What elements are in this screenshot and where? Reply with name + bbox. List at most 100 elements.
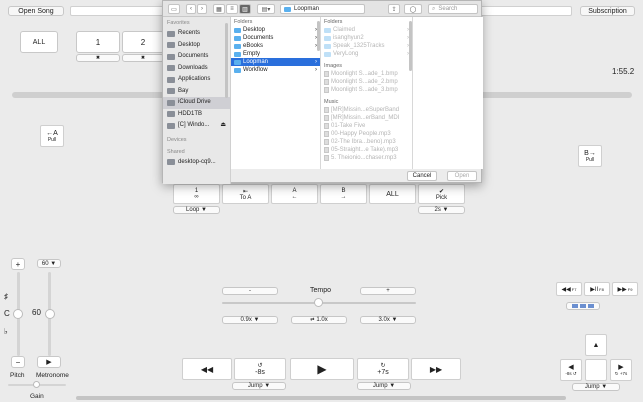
list-item[interactable]: Moonlight S...ade_2.bmp xyxy=(321,78,412,86)
to-a-button[interactable]: ⇤ To A xyxy=(222,184,269,204)
sidebar-item-applications[interactable]: Applications xyxy=(163,74,230,86)
next-track-button[interactable]: ▶▶ F9 xyxy=(612,282,638,296)
bottom-scrollbar[interactable] xyxy=(76,396,566,400)
play-button[interactable]: ▶ xyxy=(290,358,354,380)
jump-right-menu[interactable]: Jump ▼ xyxy=(357,382,411,390)
list-item[interactable]: [MR]Missin...eSuperBand xyxy=(321,106,412,114)
rewind-button[interactable]: ◀◀ xyxy=(182,358,232,380)
open-song-button[interactable]: Open Song xyxy=(8,6,64,16)
list-item[interactable]: VeryLong › xyxy=(321,50,412,58)
forward-button[interactable]: › xyxy=(197,4,207,14)
list-item[interactable]: isanghyun2 › xyxy=(321,34,412,42)
pick-menu[interactable]: 2s ▼ xyxy=(418,206,465,214)
set-b-button[interactable]: B → xyxy=(320,184,367,204)
fast-forward-button[interactable]: ▶▶ xyxy=(411,358,461,380)
tag-button[interactable]: ◯ xyxy=(404,4,422,14)
sidebar-item-hdd1tb[interactable]: HDD1TB xyxy=(163,109,230,121)
sidebar-item-shared-desktop[interactable]: desktop-cq9... xyxy=(163,157,230,169)
list-item[interactable]: 5. Theionio...chaser.mp3 xyxy=(321,154,412,162)
tempo-minus-button[interactable]: - xyxy=(222,287,278,295)
loop-count-sub: ∞ xyxy=(194,194,199,200)
list-item-label: Desktop xyxy=(243,27,266,33)
list-item[interactable]: 05-Straight...e Take).mp3 xyxy=(321,146,412,154)
loop-menu[interactable]: Loop ▼ xyxy=(173,206,220,214)
tempo-plus-button[interactable]: + xyxy=(360,287,416,295)
sidebar-scrollbar[interactable] xyxy=(225,23,228,98)
tempo-slider-thumb[interactable] xyxy=(314,298,323,307)
list-item[interactable]: Documents › xyxy=(231,34,320,42)
list-item[interactable]: Workflow › xyxy=(231,66,320,74)
marker-2-button[interactable]: 2 xyxy=(122,31,164,53)
sidebar-item-downloads[interactable]: Downloads xyxy=(163,63,230,75)
metronome-play-button[interactable]: ▶ xyxy=(37,356,61,368)
list-item-label: 00-Happy People.mp3 xyxy=(331,131,391,137)
marker-1-delete-button[interactable]: ✖ xyxy=(76,54,120,62)
metronome-slider-thumb[interactable] xyxy=(45,309,55,319)
up-button[interactable]: ▲ xyxy=(585,334,607,356)
pitch-slider-thumb[interactable] xyxy=(13,309,23,319)
pitch-up-button[interactable]: + xyxy=(11,258,25,270)
eject-icon[interactable]: ⏏ xyxy=(220,120,226,132)
column2-scrollbar[interactable] xyxy=(409,21,412,71)
marker-all-button[interactable]: ALL xyxy=(20,31,58,53)
window-size-toggle[interactable] xyxy=(566,302,600,310)
sidebar-item-bay[interactable]: Bay xyxy=(163,86,230,98)
back-button[interactable]: ‹ xyxy=(186,4,196,14)
list-item[interactable]: Speak_1325Tracks › xyxy=(321,42,412,50)
pitch-down-button[interactable]: − xyxy=(11,356,25,368)
play-pause-button[interactable]: ▶II F8 xyxy=(584,282,610,296)
sidebar-item-icloud-drive[interactable]: iCloud Drive xyxy=(163,97,230,109)
list-item[interactable]: Empty xyxy=(231,50,320,58)
loop-a-pull-button[interactable]: ←A Pull xyxy=(40,125,64,147)
group-view-button[interactable]: ▤▾ xyxy=(257,4,275,14)
marker-2-delete-button[interactable]: ✖ xyxy=(122,54,164,62)
loop-count-button[interactable]: 1 ∞ xyxy=(173,184,220,204)
jump-left-menu[interactable]: Jump ▼ xyxy=(232,382,286,390)
sidebar-item-documents[interactable]: Documents xyxy=(163,51,230,63)
list-item[interactable]: Moonlight S...ade_3.bmp xyxy=(321,86,412,94)
right-button[interactable]: ▶ ↻ +7s xyxy=(610,359,632,381)
list-item[interactable]: 02-The Ibra...beno).mp3 xyxy=(321,138,412,146)
music-file-icon xyxy=(324,147,329,153)
icon-view-button[interactable]: ▦ xyxy=(213,4,225,14)
down-button[interactable] xyxy=(585,359,607,381)
column-view-button[interactable]: ▥ xyxy=(239,4,251,14)
loop-all-button[interactable]: ALL xyxy=(369,184,416,204)
tempo-fast-menu[interactable]: 3.0x ▼ xyxy=(360,316,416,324)
left-button[interactable]: ◀ -8s ↺ xyxy=(560,359,582,381)
tempo-normal-button[interactable]: ⇄ 1.0x xyxy=(291,316,347,324)
list-item[interactable]: 01-Take Five xyxy=(321,122,412,130)
list-item-label: Documents xyxy=(243,35,274,41)
column1-scrollbar[interactable] xyxy=(317,21,320,51)
sidebar-toggle-icon[interactable]: ▭ xyxy=(168,4,180,14)
skip-forward-button[interactable]: ↻ +7s xyxy=(357,358,409,380)
list-item[interactable]: Desktop › xyxy=(231,26,320,34)
search-field[interactable]: ⌕ Search xyxy=(428,4,478,14)
list-item[interactable]: eBooks › xyxy=(231,42,320,50)
sidebar-item-windows[interactable]: [C] Windo... ⏏ xyxy=(163,120,230,132)
pitch-note: C xyxy=(4,309,10,318)
list-item-selected[interactable]: Loopman › xyxy=(231,58,320,66)
list-item[interactable]: Moonlight S...ade_1.bmp xyxy=(321,70,412,78)
list-item[interactable]: [MR]Missin...erBand_MDI xyxy=(321,114,412,122)
pick-button[interactable]: ✔ Pick xyxy=(418,184,465,204)
cancel-button[interactable]: Cancel xyxy=(407,171,437,181)
sidebar-item-desktop[interactable]: Desktop xyxy=(163,40,230,52)
list-item[interactable]: Claimed › xyxy=(321,26,412,34)
marker-1-button[interactable]: 1 xyxy=(76,31,120,53)
list-view-button[interactable]: ≡ xyxy=(226,4,238,14)
metronome-bpm-menu[interactable]: 60 ▼ xyxy=(37,259,61,268)
subscription-button[interactable]: Subscription xyxy=(580,6,635,16)
loop-b-pull-button[interactable]: B→ Pull xyxy=(578,145,602,167)
prev-track-button[interactable]: ◀◀ F7 xyxy=(556,282,582,296)
gain-slider-thumb[interactable] xyxy=(33,381,40,388)
list-item[interactable]: 00-Happy People.mp3 xyxy=(321,130,412,138)
share-button[interactable]: ⇪ xyxy=(388,4,400,14)
sidebar-item-recents[interactable]: Recents xyxy=(163,28,230,40)
skip-back-button[interactable]: ↺ -8s xyxy=(234,358,286,380)
set-a-button[interactable]: A ← xyxy=(271,184,318,204)
right-jump-menu[interactable]: Jump ▼ xyxy=(572,383,620,391)
location-popup[interactable]: Loopman xyxy=(280,4,365,14)
tempo-slow-menu[interactable]: 0.9x ▼ xyxy=(222,316,278,324)
open-button[interactable]: Open xyxy=(447,171,477,181)
